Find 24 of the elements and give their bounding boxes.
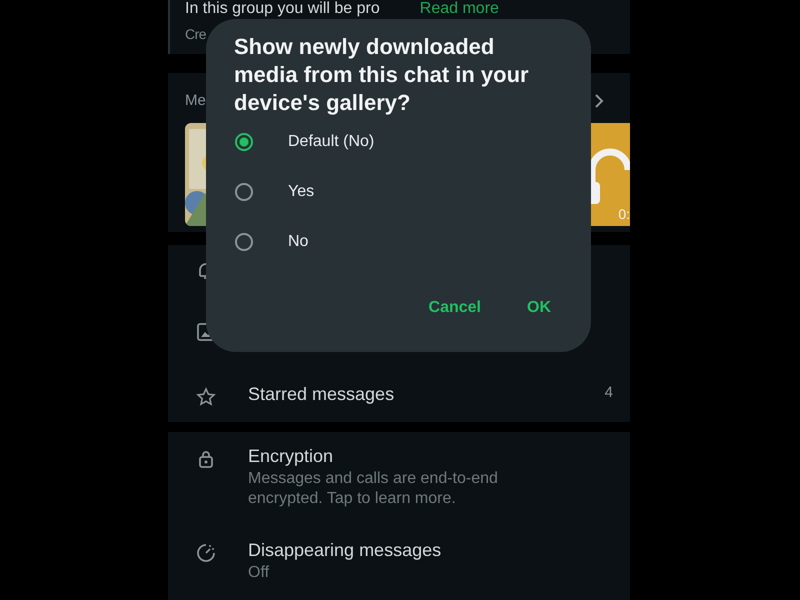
lock-icon	[196, 449, 216, 469]
setting-detail: Off	[248, 563, 270, 583]
read-more-link[interactable]: Read more	[420, 0, 499, 18]
timer-icon	[196, 543, 216, 563]
option-label[interactable]: Default (No)	[288, 133, 374, 151]
group-description: In this group you will be pro	[185, 0, 380, 18]
chevron-icon	[594, 92, 604, 109]
dialog-title: Show newly downloaded media from this chat in your device's gallery?	[234, 33, 530, 117]
radio-button[interactable]	[235, 183, 253, 201]
created-text: Cre	[185, 26, 208, 42]
radio-button[interactable]	[235, 233, 253, 251]
duration-text: 0:	[618, 206, 630, 222]
count-text: 4	[604, 384, 613, 401]
star-icon	[196, 387, 216, 407]
setting-label[interactable]: Starred messages	[248, 384, 605, 405]
ok-button[interactable]: OK	[515, 295, 563, 321]
setting-label[interactable]: Disappearing messages	[248, 540, 613, 561]
setting-label[interactable]: Encryption	[248, 446, 613, 467]
option-label[interactable]: Yes	[288, 183, 314, 201]
cancel-button[interactable]: Cancel	[416, 295, 493, 321]
radio-button[interactable]	[235, 133, 253, 151]
setting-detail: Messages and calls are end-to-end encrypted. Tap to learn more.	[248, 469, 499, 509]
option-label[interactable]: No	[288, 233, 308, 251]
media-label: Me	[185, 92, 206, 110]
